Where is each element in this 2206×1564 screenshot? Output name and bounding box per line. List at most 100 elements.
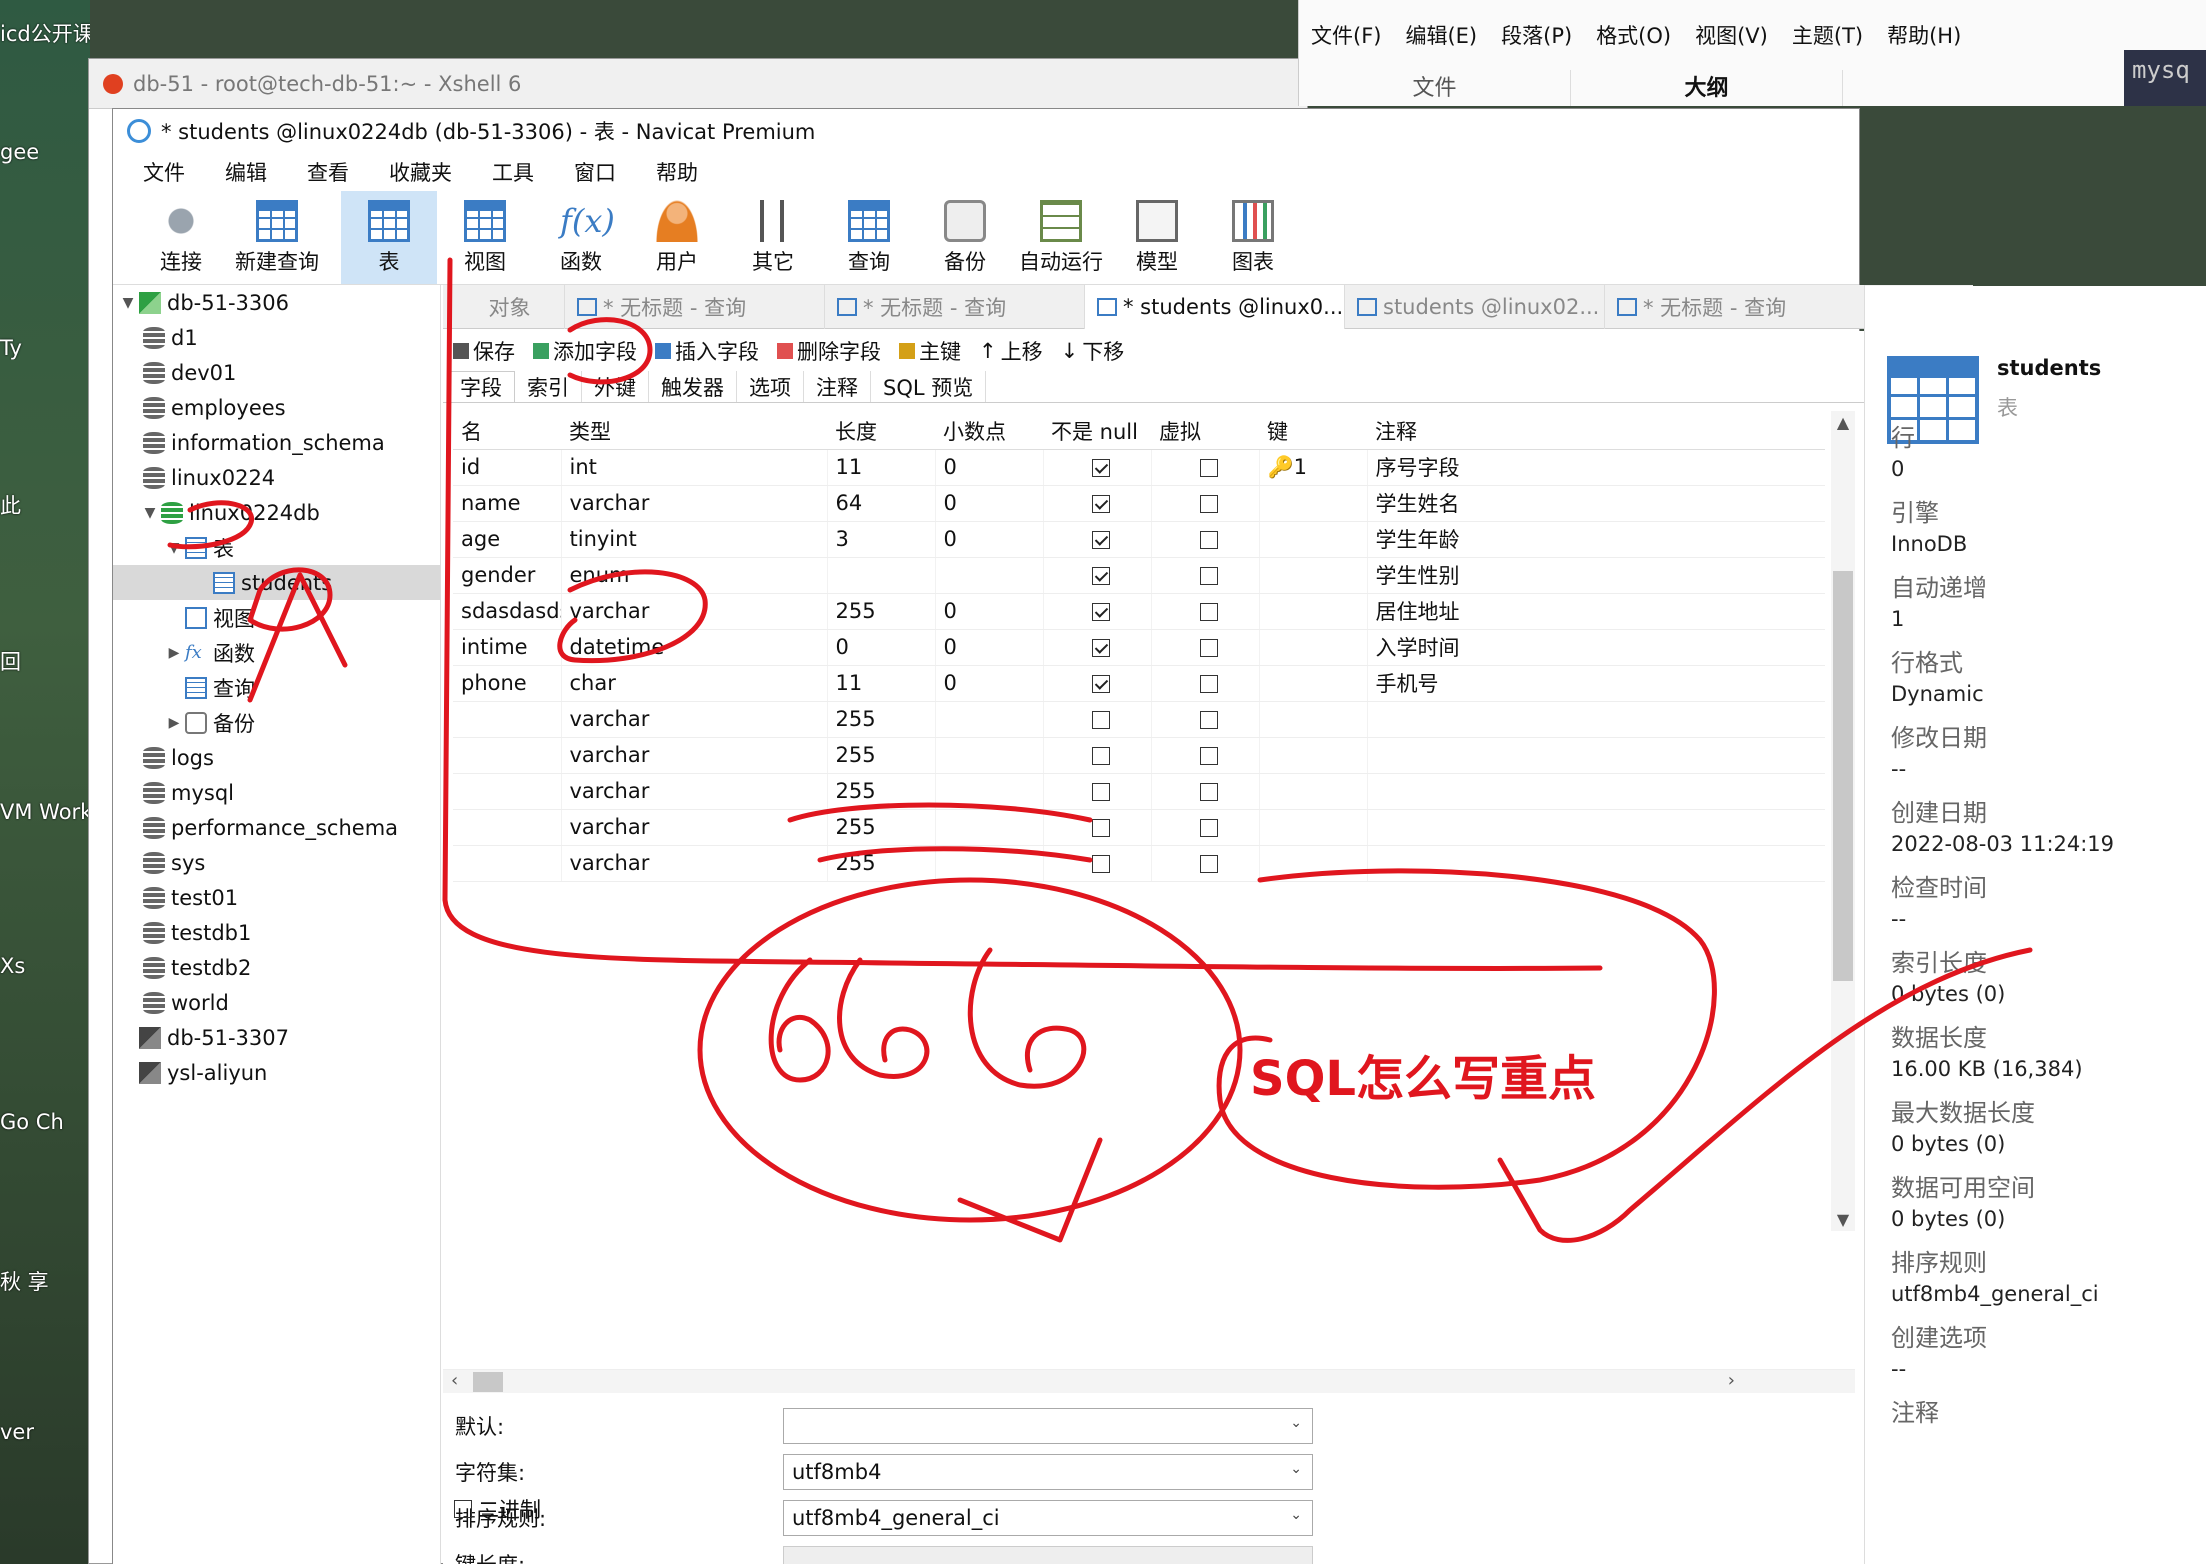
tab-query[interactable]: * 无标题 - 查询 xyxy=(1605,285,1865,329)
chevron-right-icon[interactable]: ▶ xyxy=(163,645,185,661)
collation-select[interactable]: utf8mb4_general_ci ⌄ xyxy=(783,1500,1313,1536)
default-select[interactable]: ⌄ xyxy=(783,1408,1313,1444)
user-button[interactable]: 用户 xyxy=(629,191,725,284)
chevron-down-icon[interactable]: ▼ xyxy=(139,505,161,521)
tab-students-data[interactable]: students @linux02... xyxy=(1345,285,1605,329)
field-virtual-cell[interactable] xyxy=(1151,521,1260,558)
model-button[interactable]: 模型 xyxy=(1109,191,1205,284)
tab-query[interactable]: * 无标题 - 查询 xyxy=(825,285,1085,329)
field-comment-cell[interactable] xyxy=(1367,737,1825,774)
field-decimals-cell[interactable]: 0 xyxy=(935,485,1044,522)
not-null-checkbox[interactable] xyxy=(1092,567,1110,585)
field-decimals-cell[interactable] xyxy=(935,557,1044,594)
field-name-cell[interactable]: age xyxy=(453,521,562,558)
chevron-down-icon[interactable]: ▼ xyxy=(117,295,139,311)
horizontal-scrollbar[interactable]: ‹ › xyxy=(443,1369,1855,1393)
function-button[interactable]: f(x) 函数 xyxy=(533,191,629,284)
field-type-cell[interactable]: int xyxy=(561,449,828,486)
field-decimals-cell[interactable] xyxy=(935,737,1044,774)
tree-item[interactable]: logs xyxy=(113,740,440,775)
field-key-cell[interactable] xyxy=(1259,485,1368,522)
subtab-sql-preview[interactable]: SQL 预览 xyxy=(871,371,987,402)
typora-menu-file[interactable]: 文件(F) xyxy=(1311,20,1381,50)
desktop-icon-label[interactable]: 回 xyxy=(0,646,90,676)
tree-item[interactable]: d1 xyxy=(113,320,440,355)
automation-button[interactable]: 自动运行 xyxy=(1013,191,1109,284)
not-null-checkbox[interactable] xyxy=(1092,747,1110,765)
tree-item[interactable]: information_schema xyxy=(113,425,440,460)
insert-field-button[interactable]: 插入字段 xyxy=(655,336,759,366)
vertical-scrollbar[interactable]: ▲ ▼ xyxy=(1831,411,1855,1231)
tree-item[interactable]: employees xyxy=(113,390,440,425)
move-down-button[interactable]: ↓ 下移 xyxy=(1061,336,1125,366)
field-decimals-cell[interactable] xyxy=(935,809,1044,846)
other-button[interactable]: 其它 xyxy=(725,191,821,284)
field-notnull-cell[interactable] xyxy=(1043,557,1152,594)
field-type-cell[interactable]: varchar xyxy=(561,737,828,774)
tree-item[interactable]: ysl-aliyun xyxy=(113,1055,440,1090)
virtual-checkbox[interactable] xyxy=(1200,855,1218,873)
menu-tools[interactable]: 工具 xyxy=(472,157,554,187)
binary-checkbox[interactable] xyxy=(454,1500,472,1518)
field-name-cell[interactable] xyxy=(453,809,562,846)
desktop-icon-label[interactable]: VM Work xyxy=(0,800,90,824)
not-null-checkbox[interactable] xyxy=(1092,639,1110,657)
tree-item[interactable]: ▼ db-51-3306 xyxy=(113,285,440,320)
table-row[interactable]: varchar 255 xyxy=(453,773,1825,810)
field-length-cell[interactable] xyxy=(827,557,936,594)
chart-button[interactable]: 图表 xyxy=(1205,191,1301,284)
field-type-cell[interactable]: varchar xyxy=(561,485,828,522)
field-length-cell[interactable]: 64 xyxy=(827,485,936,522)
typora-tab-files[interactable]: 文件 xyxy=(1299,70,1571,106)
field-comment-cell[interactable]: 入学时间 xyxy=(1367,629,1825,666)
field-virtual-cell[interactable] xyxy=(1151,845,1260,882)
table-row[interactable]: age tinyint 3 0 学生年龄 xyxy=(453,521,1825,558)
field-length-cell[interactable]: 255 xyxy=(827,773,936,810)
desktop-icon-label[interactable]: Ty xyxy=(0,336,90,360)
table-row[interactable]: intime datetime 0 0 入学时间 xyxy=(453,629,1825,666)
field-comment-cell[interactable] xyxy=(1367,701,1825,738)
field-comment-cell[interactable]: 学生姓名 xyxy=(1367,485,1825,522)
menu-help[interactable]: 帮助 xyxy=(636,157,718,187)
column-header-length[interactable]: 长度 xyxy=(827,413,935,450)
tree-item-students[interactable]: students xyxy=(113,565,440,600)
primary-key-button[interactable]: 主键 xyxy=(899,336,961,366)
desktop-icon-label[interactable]: gee xyxy=(0,140,90,164)
add-field-button[interactable]: 添加字段 xyxy=(533,336,637,366)
virtual-checkbox[interactable] xyxy=(1200,459,1218,477)
field-virtual-cell[interactable] xyxy=(1151,485,1260,522)
scroll-up-icon[interactable]: ▲ xyxy=(1831,413,1855,432)
delete-field-button[interactable]: 删除字段 xyxy=(777,336,881,366)
virtual-checkbox[interactable] xyxy=(1200,747,1218,765)
field-name-cell[interactable] xyxy=(453,701,562,738)
field-virtual-cell[interactable] xyxy=(1151,701,1260,738)
field-virtual-cell[interactable] xyxy=(1151,773,1260,810)
field-virtual-cell[interactable] xyxy=(1151,665,1260,702)
field-name-cell[interactable] xyxy=(453,845,562,882)
field-decimals-cell[interactable]: 0 xyxy=(935,593,1044,630)
field-name-cell[interactable]: sdasdasds xyxy=(453,593,562,630)
field-name-cell[interactable] xyxy=(453,773,562,810)
not-null-checkbox[interactable] xyxy=(1092,495,1110,513)
typora-menu-edit[interactable]: 编辑(E) xyxy=(1405,20,1477,50)
tree-item[interactable]: ▼ 表 xyxy=(113,530,440,565)
field-comment-cell[interactable] xyxy=(1367,773,1825,810)
field-key-cell[interactable]: 🔑1 xyxy=(1259,449,1368,486)
menu-edit[interactable]: 编辑 xyxy=(205,157,287,187)
field-notnull-cell[interactable] xyxy=(1043,701,1152,738)
not-null-checkbox[interactable] xyxy=(1092,459,1110,477)
tree-item[interactable]: test01 xyxy=(113,880,440,915)
virtual-checkbox[interactable] xyxy=(1200,819,1218,837)
desktop-icon-label[interactable]: ver xyxy=(0,1420,90,1444)
field-key-cell[interactable] xyxy=(1259,665,1368,702)
field-name-cell[interactable] xyxy=(453,737,562,774)
field-name-cell[interactable]: name xyxy=(453,485,562,522)
field-virtual-cell[interactable] xyxy=(1151,593,1260,630)
typora-menu-view[interactable]: 视图(V) xyxy=(1695,20,1768,50)
virtual-checkbox[interactable] xyxy=(1200,711,1218,729)
field-length-cell[interactable]: 11 xyxy=(827,665,936,702)
virtual-checkbox[interactable] xyxy=(1200,675,1218,693)
table-row[interactable]: name varchar 64 0 学生姓名 xyxy=(453,485,1825,522)
move-up-button[interactable]: ↑ 上移 xyxy=(979,336,1043,366)
field-name-cell[interactable]: id xyxy=(453,449,562,486)
